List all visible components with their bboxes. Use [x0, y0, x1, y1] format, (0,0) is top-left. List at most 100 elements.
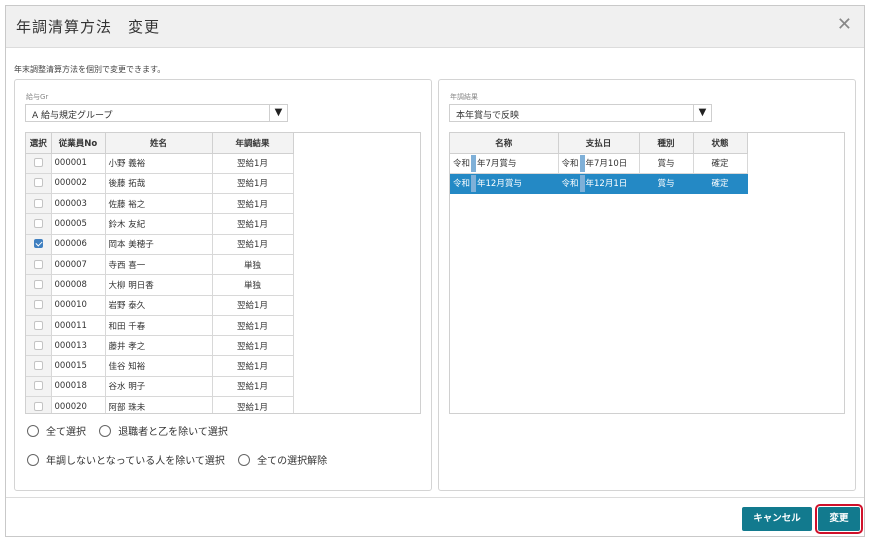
- radio-circle-icon[interactable]: [238, 453, 251, 466]
- checkbox[interactable]: [33, 320, 43, 330]
- footer-divider: [6, 497, 864, 498]
- checkbox[interactable]: [33, 401, 43, 411]
- year-end-result: 翌給1月: [212, 295, 294, 316]
- table-row[interactable]: 000008 大柳 明日香 単独: [26, 274, 294, 296]
- radio-row-2: 年調しないとなっている人を除いて選択 全ての選択解除: [27, 452, 337, 469]
- table-row[interactable]: 000018 谷水 明子 翌給1月: [26, 376, 294, 398]
- year-end-result: 翌給1月: [212, 234, 294, 255]
- close-icon[interactable]: ✕: [837, 16, 852, 34]
- employee-no: 000007: [51, 254, 106, 276]
- bonus-name-rest: 年7月賞与: [477, 158, 517, 169]
- group-label: 給与Gr: [26, 93, 49, 101]
- col-header-pay-date[interactable]: 支払日: [558, 133, 640, 154]
- employee-name: 阿部 珠未: [105, 396, 213, 413]
- year-end-result: 単独: [212, 274, 294, 296]
- table-row[interactable]: 000003 佐藤 裕之 翌給1月: [26, 193, 294, 215]
- row-select-cell[interactable]: [26, 274, 52, 296]
- radio-label: 全ての選択解除: [257, 456, 328, 467]
- row-select-cell[interactable]: [26, 396, 52, 413]
- radio-row-1: 全て選択 退職者と乙を除いて選択: [27, 423, 238, 440]
- col-header-result[interactable]: 年調結果: [212, 133, 294, 154]
- table-row[interactable]: 令和 年7月賞与 令和 年7月10日 賞与 確定: [450, 153, 748, 174]
- row-select-cell[interactable]: [26, 234, 52, 255]
- checkbox[interactable]: [33, 279, 43, 289]
- col-header-status[interactable]: 状態: [693, 133, 748, 154]
- row-select-cell[interactable]: [26, 193, 52, 215]
- pay-date-era: 令和: [561, 178, 579, 189]
- radio-clear-selection[interactable]: 全ての選択解除: [238, 452, 327, 467]
- row-select-cell[interactable]: [26, 213, 52, 235]
- radio-circle-icon[interactable]: [27, 453, 39, 466]
- col-header-bonus-name[interactable]: 名称: [450, 133, 559, 154]
- checkbox[interactable]: [33, 361, 43, 371]
- checkbox[interactable]: [33, 219, 43, 229]
- table-row[interactable]: 000007 寺西 喜一 単独: [26, 254, 294, 276]
- table-row[interactable]: 000006 岡本 美穂子 翌給1月: [26, 234, 294, 255]
- checkbox[interactable]: [33, 198, 43, 208]
- radio-select-all[interactable]: 全て選択: [27, 423, 86, 438]
- bonus-name: 令和 年7月賞与: [450, 153, 559, 174]
- checkbox[interactable]: [33, 340, 43, 350]
- bonus-status: 確定: [693, 153, 748, 174]
- employee-no: 000010: [51, 295, 106, 316]
- row-select-cell[interactable]: [26, 295, 52, 316]
- dialog-header: 年調清算方法 変更 ✕: [6, 6, 864, 48]
- dialog-title: 年調清算方法 変更: [16, 18, 161, 36]
- change-button[interactable]: 変更: [815, 504, 863, 534]
- checkbox[interactable]: [33, 259, 43, 269]
- radio-select-excluding-no-adjustment[interactable]: 年調しないとなっている人を除いて選択: [27, 452, 225, 467]
- row-select-cell[interactable]: [26, 315, 52, 337]
- row-select-cell[interactable]: [26, 376, 52, 398]
- cancel-button[interactable]: キャンセル: [742, 507, 812, 531]
- table-row[interactable]: 000013 藤井 孝之 翌給1月: [26, 335, 294, 357]
- checkbox[interactable]: [33, 178, 43, 188]
- table-row[interactable]: 000002 後藤 拓哉 翌給1月: [26, 173, 294, 195]
- row-select-cell[interactable]: [26, 355, 52, 377]
- employee-name: 後藤 拓哉: [105, 173, 213, 195]
- col-header-type[interactable]: 種別: [639, 133, 694, 154]
- table-row[interactable]: 000015 佳谷 知裕 翌給1月: [26, 355, 294, 377]
- table-row[interactable]: 令和 年12月賞与 令和 年12月1日 賞与 確定: [450, 173, 748, 195]
- row-select-cell[interactable]: [26, 254, 52, 276]
- year-end-result: 翌給1月: [212, 355, 294, 377]
- result-select[interactable]: 本年賞与で反映 ▼: [449, 104, 712, 122]
- radio-label: 年調しないとなっている人を除いて選択: [46, 456, 225, 467]
- radio-circle-icon[interactable]: [99, 424, 112, 437]
- table-row[interactable]: 000010 岩野 泰久 翌給1月: [26, 295, 294, 316]
- employee-no: 000002: [51, 173, 106, 195]
- col-header-select[interactable]: 選択: [26, 133, 52, 154]
- checkbox[interactable]: [33, 158, 43, 168]
- table-row[interactable]: 000005 鈴木 友紀 翌給1月: [26, 213, 294, 235]
- year-end-result: 翌給1月: [212, 315, 294, 337]
- col-header-employee-no[interactable]: 従業員No: [51, 133, 106, 154]
- checkbox[interactable]: [33, 381, 43, 391]
- dropdown-arrow-icon[interactable]: ▼: [269, 105, 287, 121]
- radio-circle-icon[interactable]: [27, 424, 39, 437]
- group-select[interactable]: A 給与規定グループ ▼: [25, 104, 288, 122]
- row-select-cell[interactable]: [26, 335, 52, 357]
- checkbox[interactable]: [33, 300, 43, 310]
- employee-table-header: 選択 従業員No 姓名 年調結果: [26, 133, 294, 154]
- employee-name: 藤井 孝之: [105, 335, 213, 357]
- employee-name: 佐藤 裕之: [105, 193, 213, 215]
- radio-select-excluding-retired[interactable]: 退職者と乙を除いて選択: [99, 423, 228, 438]
- bonus-table-header: 名称 支払日 種別 状態: [450, 133, 748, 154]
- bonus-table: 名称 支払日 種別 状態 令和 年7月賞与 令和 年7月10日 賞与 確定 令和 年12月賞与…: [450, 133, 748, 195]
- table-row[interactable]: 000020 阿部 珠未 翌給1月: [26, 396, 294, 413]
- employee-no: 000005: [51, 213, 106, 235]
- dropdown-arrow-icon[interactable]: ▼: [693, 105, 711, 121]
- bonus-status: 確定: [693, 173, 748, 195]
- employee-name: 小野 義裕: [105, 153, 213, 174]
- table-row[interactable]: 000001 小野 義裕 翌給1月: [26, 153, 294, 174]
- employee-name: 鈴木 友紀: [105, 213, 213, 235]
- col-header-name[interactable]: 姓名: [105, 133, 213, 154]
- checkbox[interactable]: [33, 239, 43, 249]
- bonus-name-era: 令和: [453, 158, 471, 169]
- row-select-cell[interactable]: [26, 173, 52, 195]
- employee-name: 岡本 美穂子: [105, 234, 213, 255]
- row-select-cell[interactable]: [26, 153, 52, 174]
- bonus-name-rest: 年12月賞与: [477, 178, 522, 189]
- table-row[interactable]: 000011 和田 千春 翌給1月: [26, 315, 294, 337]
- bonus-grid: 名称 支払日 種別 状態 令和 年7月賞与 令和 年7月10日 賞与 確定 令和 年12月賞与…: [449, 132, 845, 414]
- dialog-description: 年末調整清算方法を個別で変更できます。: [14, 65, 166, 74]
